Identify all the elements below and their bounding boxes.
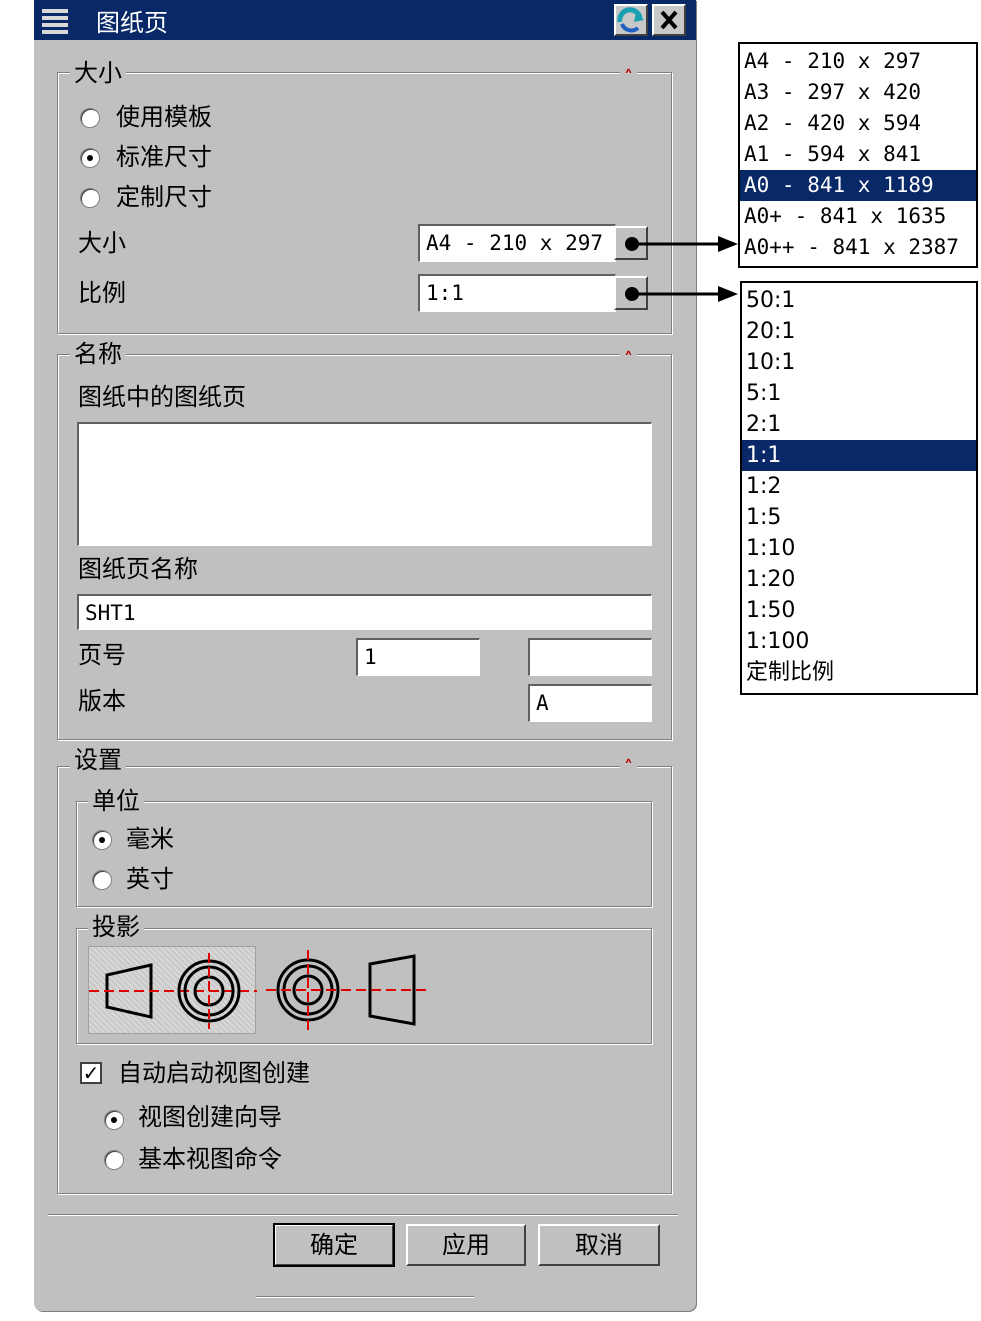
reset-button[interactable] <box>614 4 648 36</box>
collapse-name-chevron-icon[interactable]: ˄ <box>620 348 637 372</box>
scale-option[interactable]: 20:1 <box>742 316 976 347</box>
units-legend: 单位 <box>88 786 144 816</box>
settings-group-legend: 设置 <box>70 745 126 775</box>
scale-option[interactable]: 1:20 <box>742 564 976 595</box>
separator <box>48 1214 678 1216</box>
option-mm[interactable]: 毫米 <box>126 824 174 854</box>
auto-view-label[interactable]: 自动启动视图创建 <box>118 1058 310 1088</box>
ok-button[interactable]: 确定 <box>273 1223 395 1267</box>
name-group-legend: 名称 <box>70 339 126 369</box>
scale-option[interactable]: 2:1 <box>742 409 976 440</box>
size-option[interactable]: A2 - 420 x 594 <box>740 108 976 139</box>
collapse-settings-chevron-icon[interactable]: ˄ <box>620 756 637 780</box>
resize-grip[interactable] <box>256 1296 474 1298</box>
scale-option[interactable]: 1:2 <box>742 471 976 502</box>
size-dropdown-list: A4 - 210 x 297 A3 - 297 x 420 A2 - 420 x… <box>738 42 978 268</box>
radio-base-view[interactable] <box>104 1150 124 1170</box>
apply-button[interactable]: 应用 <box>406 1224 526 1266</box>
scale-option[interactable]: 1:100 <box>742 626 976 657</box>
auto-view-checkbox[interactable]: ✓ <box>80 1062 102 1084</box>
reset-arrow-icon <box>617 7 644 33</box>
scale-option[interactable]: 1:10 <box>742 533 976 564</box>
revision-label: 版本 <box>78 687 126 715</box>
size-option[interactable]: A3 - 297 x 420 <box>740 77 976 108</box>
size-label: 大小 <box>78 229 126 257</box>
radio-mm[interactable] <box>92 830 112 850</box>
radio-inch[interactable] <box>92 870 112 890</box>
size-option-selected[interactable]: A0 - 841 x 1189 <box>740 170 976 201</box>
option-use-template[interactable]: 使用模板 <box>116 102 212 132</box>
menu-icon[interactable] <box>38 6 72 34</box>
cancel-button[interactable]: 取消 <box>538 1224 660 1266</box>
scale-dropdown-button[interactable] <box>614 276 648 310</box>
radio-standard-size[interactable] <box>80 148 100 168</box>
collapse-size-chevron-icon[interactable]: ˄ <box>620 66 637 90</box>
scale-label: 比例 <box>78 279 126 307</box>
scale-option[interactable]: 50:1 <box>742 285 976 316</box>
sheets-list[interactable] <box>77 422 652 546</box>
option-standard-size[interactable]: 标准尺寸 <box>116 142 212 172</box>
scale-option[interactable]: 5:1 <box>742 378 976 409</box>
scale-select[interactable]: 1:1 <box>418 274 616 312</box>
scale-option[interactable]: 10:1 <box>742 347 976 378</box>
scale-option-selected[interactable]: 1:1 <box>742 440 976 471</box>
dialog-title: 图纸页 <box>96 9 168 37</box>
projection-legend: 投影 <box>88 912 144 942</box>
option-custom-size[interactable]: 定制尺寸 <box>116 182 212 212</box>
option-inch[interactable]: 英寸 <box>126 864 174 894</box>
page-number-input[interactable]: 1 <box>356 638 480 676</box>
radio-use-template[interactable] <box>80 108 100 128</box>
size-select[interactable]: A4 - 210 x 297 <box>418 224 616 262</box>
sheet-name-input[interactable]: SHT1 <box>77 594 652 630</box>
scale-option[interactable]: 1:50 <box>742 595 976 626</box>
sheet-name-label: 图纸页名称 <box>78 555 198 583</box>
revision-input[interactable]: A <box>528 684 652 722</box>
third-angle-projection-button[interactable] <box>262 946 432 1034</box>
option-view-wizard[interactable]: 视图创建向导 <box>138 1102 282 1132</box>
radio-view-wizard[interactable] <box>104 1110 124 1130</box>
scale-option[interactable]: 1:5 <box>742 502 976 533</box>
size-option[interactable]: A1 - 594 x 841 <box>740 139 976 170</box>
page-number-input-2[interactable] <box>528 638 652 676</box>
size-option[interactable]: A4 - 210 x 297 <box>740 46 976 77</box>
scale-option[interactable]: 定制比例 <box>742 657 976 688</box>
sheets-in-drawing-label: 图纸中的图纸页 <box>78 383 246 411</box>
third-angle-projection-icon <box>266 950 428 1030</box>
option-base-view[interactable]: 基本视图命令 <box>138 1144 282 1174</box>
close-button[interactable] <box>652 4 686 36</box>
close-icon <box>660 10 678 30</box>
radio-custom-size[interactable] <box>80 188 100 208</box>
scale-dropdown-list: 50:1 20:1 10:1 5:1 2:1 1:1 1:2 1:5 1:10 … <box>740 281 978 695</box>
first-angle-projection-icon <box>89 953 257 1029</box>
size-option[interactable]: A0+ - 841 x 1635 <box>740 201 976 232</box>
size-option[interactable]: A0++ - 841 x 2387 <box>740 232 976 263</box>
first-angle-projection-button[interactable] <box>88 946 257 1034</box>
size-group-legend: 大小 <box>70 58 126 88</box>
size-dropdown-button[interactable] <box>614 226 648 260</box>
page-number-label: 页号 <box>78 641 126 669</box>
